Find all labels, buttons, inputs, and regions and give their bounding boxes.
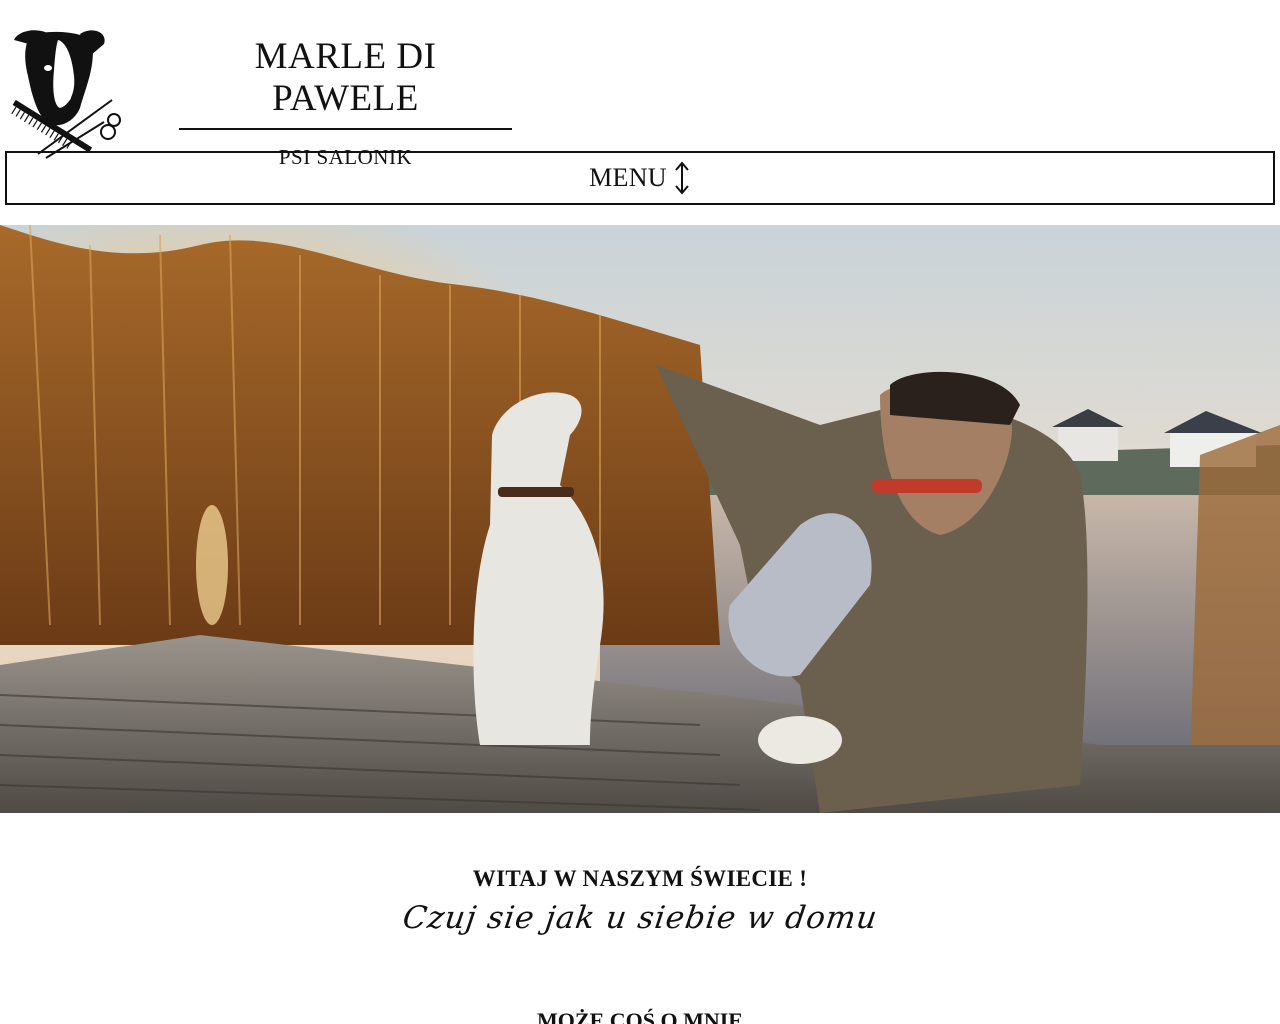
- site-title[interactable]: MARLE DI PAWELE: [179, 36, 512, 130]
- dog-logo-icon: [11, 30, 121, 159]
- menu-toggle-button[interactable]: MENU: [5, 151, 1275, 205]
- about-heading: MOŻE COŚ O MNIE: [537, 1008, 743, 1024]
- up-down-arrow-icon: [675, 161, 689, 195]
- welcome-subtitle: Czuj sie jak u siebie w domu: [400, 900, 880, 936]
- brand-block: MARLE DI PAWELE PSI SALONIK: [179, 36, 512, 170]
- menu-label: MENU: [589, 163, 667, 192]
- dog-grooming-logo[interactable]: [0, 26, 125, 162]
- hero-image: [0, 225, 1280, 813]
- menu-inner: MENU: [589, 161, 691, 195]
- welcome-section: WITAJ W NASZYM ŚWIECIE ! Czuj sie jak u …: [0, 866, 1280, 936]
- hero-photo: [0, 225, 1280, 813]
- welcome-title: WITAJ W NASZYM ŚWIECIE !: [472, 866, 808, 891]
